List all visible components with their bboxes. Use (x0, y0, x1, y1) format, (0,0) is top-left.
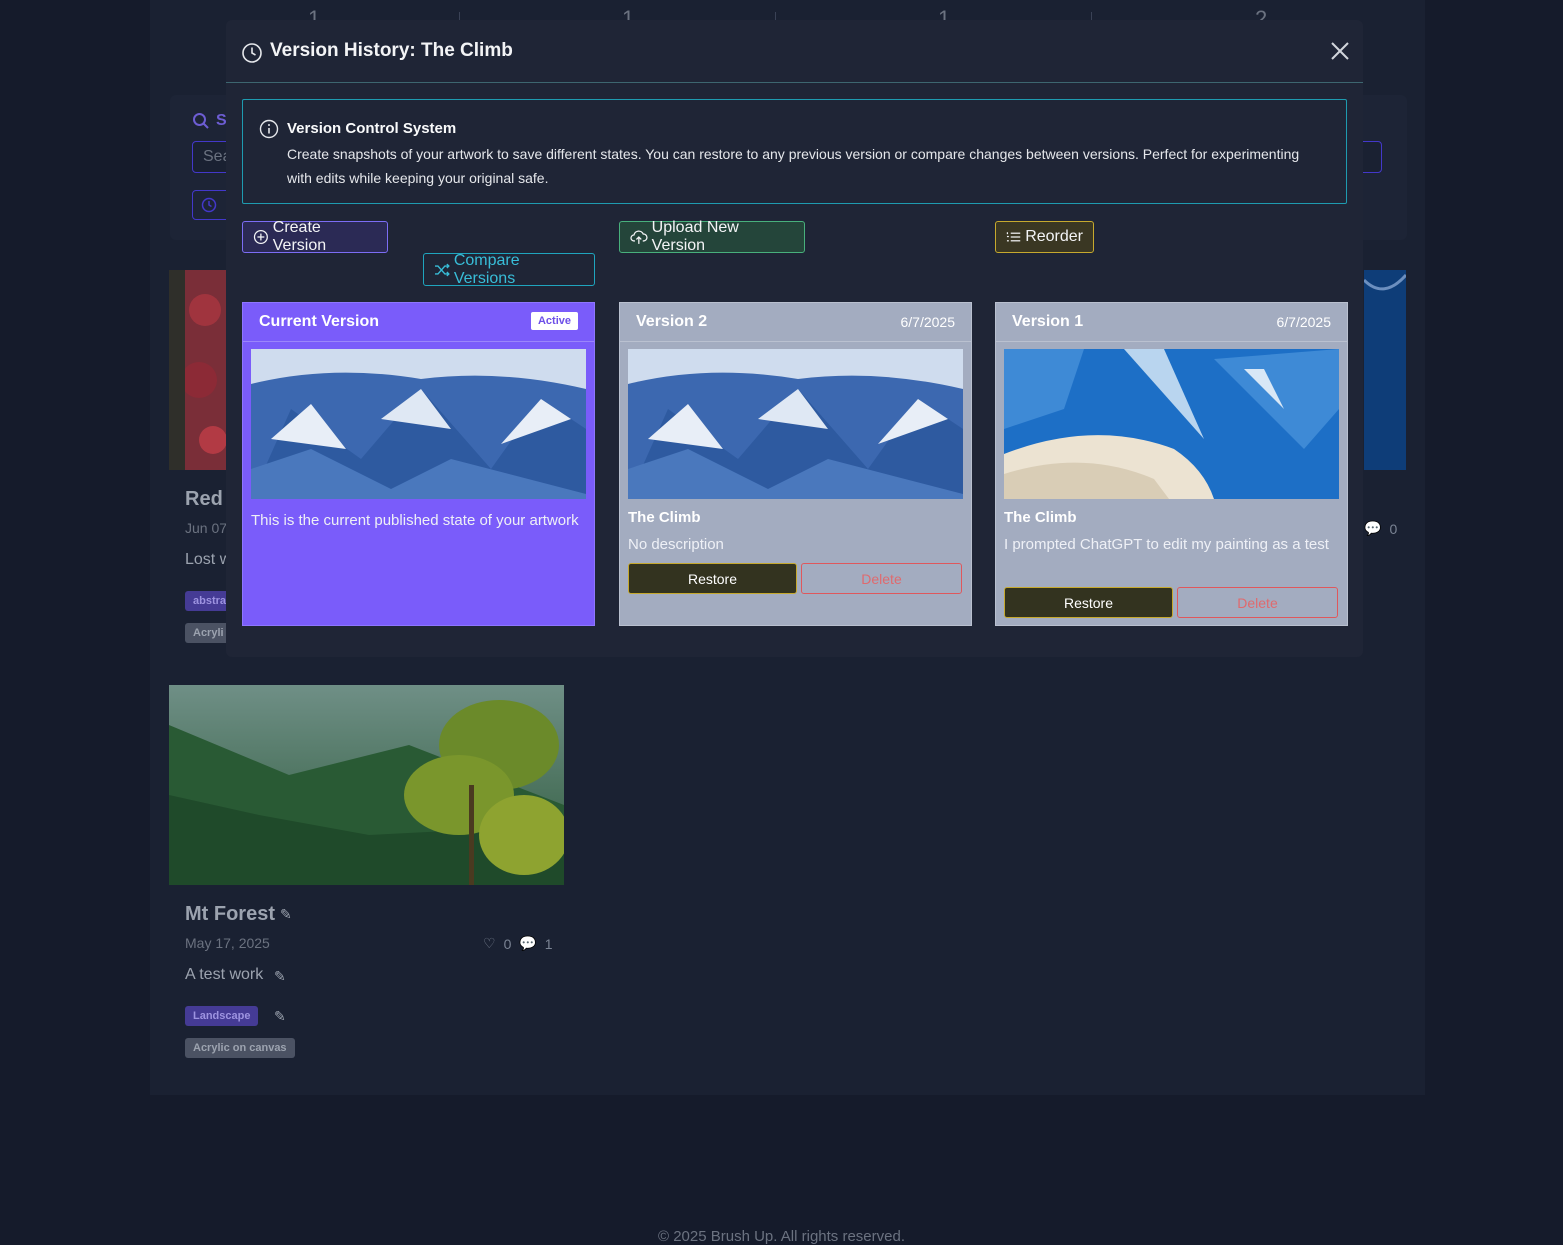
version-card-header: Version 2 6/7/2025 (620, 303, 971, 342)
version-description: I prompted ChatGPT to edit my painting a… (1004, 536, 1329, 553)
search-icon (193, 113, 209, 129)
version-date: 6/7/2025 (900, 314, 956, 330)
search-label: S (192, 112, 227, 130)
compare-versions-button[interactable]: Compare Versions (423, 252, 595, 287)
artwork-date: Jun 07 (185, 520, 228, 536)
clock-icon (242, 43, 262, 63)
plus-circle-icon (253, 229, 268, 245)
cloud-upload-icon (630, 230, 648, 244)
version-card-header: Current Version Active (243, 303, 594, 342)
artwork-date: May 17, 2025 (185, 935, 270, 951)
shuffle-icon (434, 263, 450, 276)
version-thumbnail (1004, 349, 1339, 499)
info-text: Create snapshots of your artwork to save… (287, 146, 1300, 186)
artwork-description: A test work (185, 966, 264, 983)
artwork-description: Lost w (185, 551, 232, 568)
heart-icon[interactable]: ♡ (483, 935, 496, 952)
version-name: The Climb (1004, 509, 1077, 526)
version-label: Version 2 (636, 313, 708, 330)
version-description: This is the current published state of y… (251, 512, 579, 529)
version-label: Current Version (259, 313, 380, 330)
comment-count: 💬 0 (1364, 520, 1398, 537)
delete-button[interactable]: Delete (1177, 587, 1338, 618)
footer-copyright: © 2025 Brush Up. All rights reserved. (657, 1228, 905, 1245)
close-icon[interactable] (1329, 40, 1351, 62)
version-history-modal: Version History: The Climb Version Contr… (226, 20, 1363, 657)
modal-header: Version History: The Climb (226, 20, 1363, 83)
artwork-stats: ♡ 0 💬 1 (483, 935, 553, 952)
info-alert: Version Control System Create snapshots … (242, 99, 1347, 204)
artwork-thumbnail[interactable] (169, 685, 564, 885)
artwork-title[interactable]: Red (185, 488, 223, 511)
comment-icon: 💬 (1364, 520, 1382, 536)
version-thumbnail (251, 349, 586, 499)
version-card-header: Version 1 6/7/2025 (996, 303, 1347, 342)
artwork-thumbnail[interactable] (169, 270, 229, 470)
modal-title: Version History: The Climb (270, 40, 513, 61)
version-description: No description (628, 536, 724, 553)
comment-icon[interactable]: 💬 (519, 935, 536, 952)
info-title: Version Control System (287, 120, 457, 137)
edit-title-icon[interactable]: ✎ (280, 906, 292, 923)
info-icon (259, 119, 279, 139)
style-tag[interactable]: Landscape (185, 1006, 259, 1026)
version-label: Version 1 (1012, 313, 1084, 330)
clock-icon (201, 197, 217, 213)
active-badge: Active (530, 312, 578, 330)
current-version-card: Current Version Active This is the curre… (242, 302, 595, 626)
restore-button[interactable]: Restore (1004, 587, 1173, 618)
version-thumbnail (628, 349, 963, 499)
medium-tag[interactable]: Acrylic on canvas (185, 1038, 295, 1058)
artwork-title[interactable]: Mt Forest (185, 903, 275, 926)
upload-new-version-button[interactable]: Upload New Version (619, 219, 805, 254)
artwork-thumbnail[interactable] (1364, 270, 1406, 470)
create-version-button[interactable]: Create Version (242, 219, 388, 254)
edit-tags-icon[interactable]: ✎ (274, 1008, 286, 1025)
version-card: Version 2 6/7/2025 The Climb No descript… (619, 302, 972, 626)
version-card: Version 1 6/7/2025 The Climb I prompted … (995, 302, 1348, 626)
reorder-button[interactable]: Reorder (995, 221, 1094, 253)
list-ordered-icon (1006, 232, 1021, 242)
version-name: The Climb (628, 509, 701, 526)
restore-button[interactable]: Restore (628, 563, 797, 594)
delete-button[interactable]: Delete (801, 563, 962, 594)
medium-tag[interactable]: Acryli (185, 623, 232, 643)
edit-description-icon[interactable]: ✎ (274, 968, 286, 985)
version-date: 6/7/2025 (1276, 314, 1332, 330)
